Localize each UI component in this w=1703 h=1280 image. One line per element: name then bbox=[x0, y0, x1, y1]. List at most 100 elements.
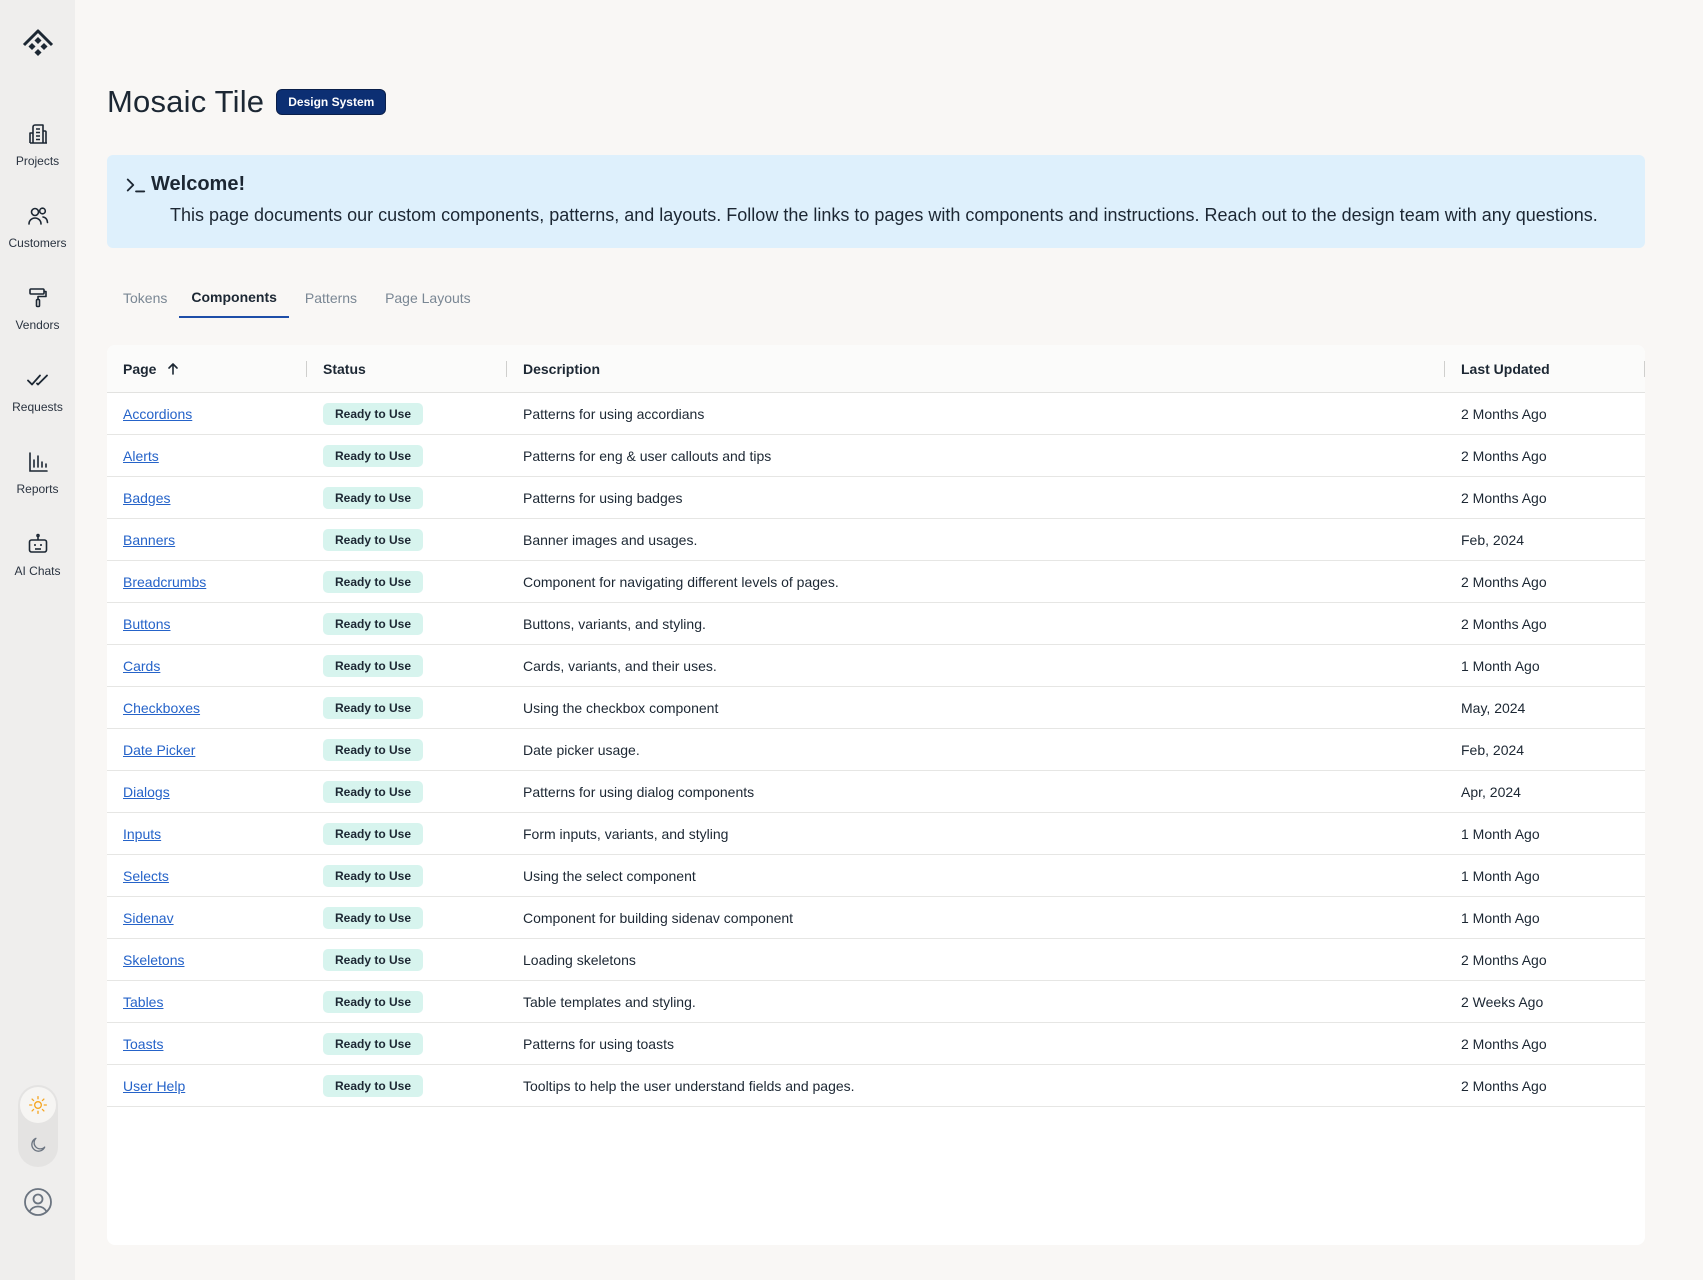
column-header-label: Last Updated bbox=[1461, 360, 1550, 377]
tab-bar: Tokens Components Patterns Page Layouts bbox=[107, 284, 483, 318]
light-theme-button[interactable] bbox=[20, 1087, 56, 1123]
table-row: Skeletons Ready to Use Loading skeletons 2 … bbox=[107, 939, 1645, 981]
table-row: Selects Ready to Use Using the select comp… bbox=[107, 855, 1645, 897]
description-cell: Patterns for using accordians bbox=[523, 405, 705, 422]
last-updated-cell: 2 Months Ago bbox=[1461, 489, 1547, 506]
page-link[interactable]: Alerts bbox=[123, 448, 159, 464]
page-header: Mosaic Tile Design System bbox=[107, 84, 387, 120]
page-link[interactable]: Cards bbox=[123, 658, 160, 674]
table-header: Page Status Description Last Updated bbox=[107, 345, 1645, 393]
building-icon bbox=[28, 124, 47, 144]
page-title: Mosaic Tile bbox=[107, 84, 265, 119]
tab-components[interactable]: Components bbox=[179, 284, 289, 318]
table-row: Toasts Ready to Use Patterns for using toa… bbox=[107, 1023, 1645, 1065]
last-updated-cell: 2 Months Ago bbox=[1461, 573, 1547, 590]
last-updated-cell: 2 Weeks Ago bbox=[1461, 993, 1544, 1010]
last-updated-cell: 1 Month Ago bbox=[1461, 657, 1540, 674]
status-badge: Ready to Use bbox=[323, 528, 424, 551]
welcome-title: Welcome! bbox=[151, 173, 246, 195]
status-badge: Ready to Use bbox=[323, 444, 424, 467]
column-divider[interactable] bbox=[1644, 360, 1645, 377]
page-link[interactable]: Badges bbox=[123, 490, 170, 506]
users-icon bbox=[27, 207, 48, 225]
description-cell: Component for building sidenav component bbox=[523, 909, 794, 926]
description-cell: Patterns for using dialog components bbox=[523, 783, 755, 800]
account-button[interactable] bbox=[22, 1186, 54, 1218]
description-cell: Patterns for using badges bbox=[523, 489, 683, 506]
table-row: Checkboxes Ready to Use Using the checkbox… bbox=[107, 687, 1645, 729]
sidebar-item-requests[interactable]: Requests bbox=[0, 350, 75, 432]
sidebar-item-ai-chats[interactable]: AI Chats bbox=[0, 514, 75, 596]
table-row: Breadcrumbs Ready to Use Component for nav… bbox=[107, 561, 1645, 603]
welcome-callout: Welcome! This page documents our custom … bbox=[107, 155, 1645, 248]
last-updated-cell: 2 Months Ago bbox=[1461, 405, 1547, 422]
tab-patterns[interactable]: Patterns bbox=[289, 284, 369, 318]
page-link[interactable]: Selects bbox=[123, 868, 169, 884]
status-badge: Ready to Use bbox=[323, 990, 424, 1013]
last-updated-cell: Feb, 2024 bbox=[1461, 741, 1525, 758]
sidebar-item-label: Projects bbox=[15, 154, 60, 168]
column-header-label: Description bbox=[523, 360, 601, 377]
moon-icon bbox=[31, 1137, 46, 1152]
dark-theme-button[interactable] bbox=[20, 1127, 56, 1163]
page-link[interactable]: User Help bbox=[123, 1078, 185, 1094]
sidebar-item-vendors[interactable]: Vendors bbox=[0, 268, 75, 350]
sidebar-item-customers[interactable]: Customers bbox=[0, 186, 75, 268]
sun-icon bbox=[29, 1096, 47, 1114]
page-link[interactable]: Accordions bbox=[123, 406, 192, 422]
paint-roller-icon bbox=[28, 288, 47, 308]
user-circle-icon bbox=[24, 1188, 52, 1216]
page-link[interactable]: Dialogs bbox=[123, 784, 170, 800]
sidebar-item-label: Customers bbox=[8, 236, 67, 250]
column-header-last-updated[interactable]: Last Updated bbox=[1445, 345, 1645, 393]
components-table: Page Status Description Last Updated Acc… bbox=[107, 345, 1645, 1245]
last-updated-cell: 2 Months Ago bbox=[1461, 447, 1547, 464]
page-link[interactable]: Checkboxes bbox=[123, 700, 200, 716]
sidebar-item-label: Vendors bbox=[15, 318, 60, 332]
page-link[interactable]: Date Picker bbox=[123, 742, 195, 758]
status-badge: Ready to Use bbox=[323, 864, 424, 887]
description-cell: Using the checkbox component bbox=[523, 699, 719, 716]
page-link[interactable]: Breadcrumbs bbox=[123, 574, 206, 590]
status-badge: Ready to Use bbox=[323, 948, 424, 971]
sidebar-item-label: AI Chats bbox=[14, 564, 61, 578]
sidebar-item-label: Reports bbox=[16, 482, 59, 496]
page-link[interactable]: Skeletons bbox=[123, 952, 184, 968]
column-header-status[interactable]: Status bbox=[307, 345, 507, 393]
tab-tokens[interactable]: Tokens bbox=[107, 284, 179, 318]
status-badge: Ready to Use bbox=[323, 696, 424, 719]
table-row: Date Picker Ready to Use Date picker usage… bbox=[107, 729, 1645, 771]
description-cell: Patterns for eng & user callouts and tip… bbox=[523, 447, 772, 464]
page-link[interactable]: Toasts bbox=[123, 1036, 163, 1052]
description-cell: Banner images and usages. bbox=[523, 531, 698, 548]
terminal-prompt-icon bbox=[126, 178, 146, 192]
column-header-label: Status bbox=[323, 360, 366, 377]
arrow-up-icon[interactable] bbox=[166, 362, 180, 376]
last-updated-cell: 1 Month Ago bbox=[1461, 909, 1540, 926]
column-header-page[interactable]: Page bbox=[107, 345, 307, 393]
page-link[interactable]: Buttons bbox=[123, 616, 170, 632]
table-body: Accordions Ready to Use Patterns for using… bbox=[107, 393, 1645, 1107]
description-cell: Table templates and styling. bbox=[523, 993, 696, 1010]
page-link[interactable]: Tables bbox=[123, 994, 163, 1010]
description-cell: Tooltips to help the user understand fie… bbox=[523, 1077, 855, 1094]
page-link[interactable]: Inputs bbox=[123, 826, 161, 842]
theme-toggle bbox=[18, 1085, 58, 1167]
diamond-logo-icon[interactable] bbox=[21, 26, 55, 64]
status-badge: Ready to Use bbox=[323, 570, 424, 593]
page-link[interactable]: Sidenav bbox=[123, 910, 174, 926]
sidebar-item-label: Requests bbox=[12, 400, 63, 414]
status-badge: Ready to Use bbox=[323, 1032, 424, 1055]
column-header-description[interactable]: Description bbox=[507, 345, 1445, 393]
table-row: Badges Ready to Use Patterns for using bad… bbox=[107, 477, 1645, 519]
sidebar-item-reports[interactable]: Reports bbox=[0, 432, 75, 514]
robot-icon bbox=[28, 533, 47, 553]
table-row: Sidenav Ready to Use Component for buildin… bbox=[107, 897, 1645, 939]
status-badge: Ready to Use bbox=[323, 486, 424, 509]
table-row: Banners Ready to Use Banner images and usa… bbox=[107, 519, 1645, 561]
table-row: Cards Ready to Use Cards, variants, and th… bbox=[107, 645, 1645, 687]
sidebar-item-projects[interactable]: Projects bbox=[0, 104, 75, 186]
tab-page-layouts[interactable]: Page Layouts bbox=[369, 284, 483, 318]
page-link[interactable]: Banners bbox=[123, 532, 175, 548]
description-cell: Using the select component bbox=[523, 867, 696, 884]
